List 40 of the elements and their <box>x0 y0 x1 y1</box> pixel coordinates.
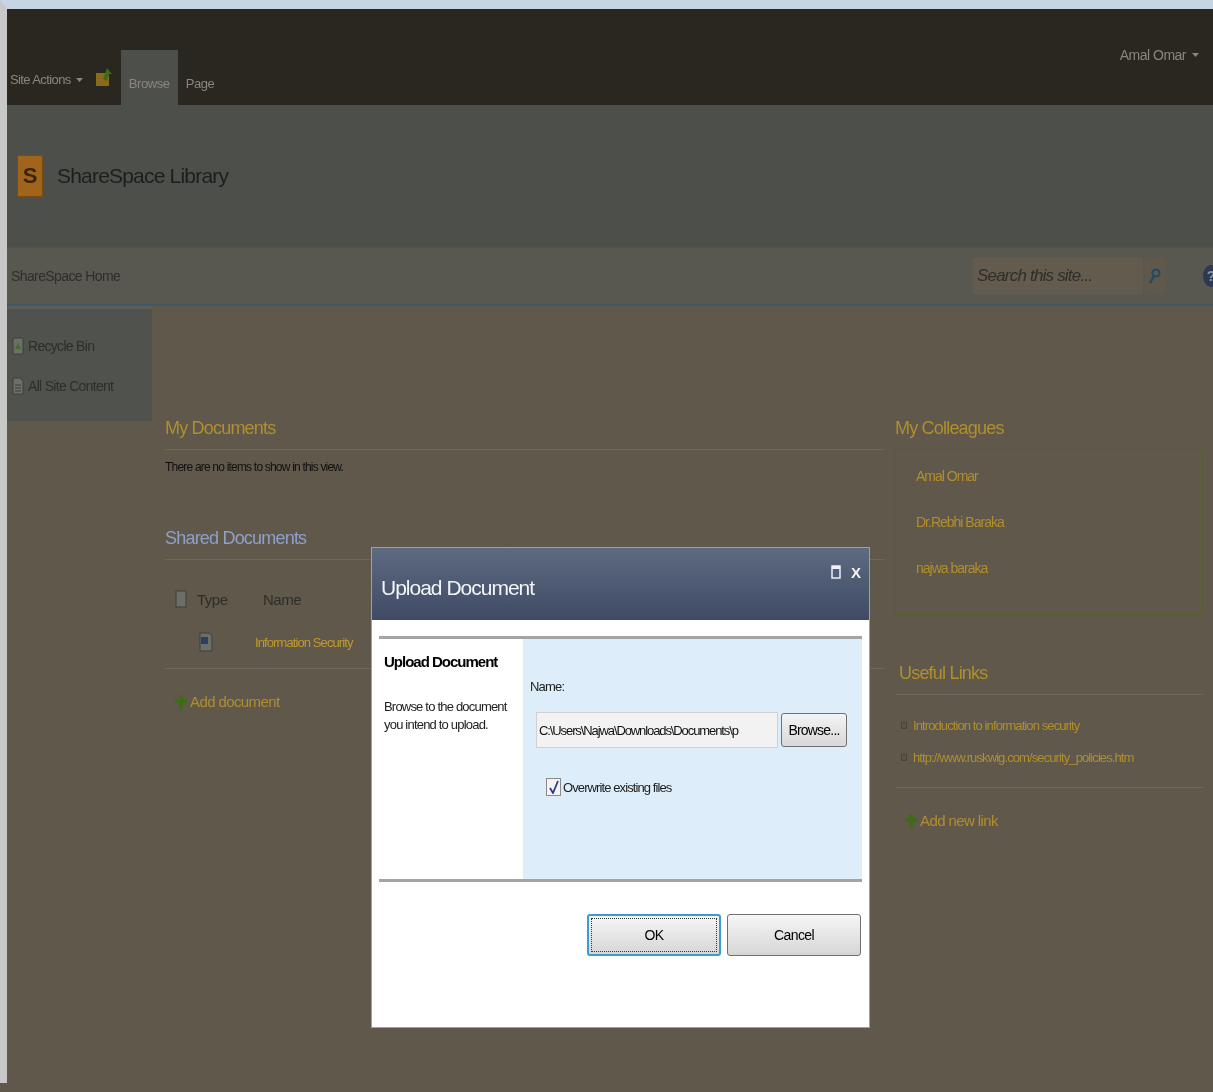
useful-link[interactable]: Introduction to information security <box>913 717 1080 733</box>
ribbon-tab[interactable]: Browse <box>120 50 178 105</box>
check-icon <box>548 780 559 794</box>
site-actions-menu[interactable]: Site Actions <box>10 72 87 105</box>
dialog-title: Upload Document <box>381 576 536 600</box>
plus-icon <box>175 694 187 709</box>
section-heading[interactable]: My Documents <box>165 418 885 449</box>
cancel-button[interactable]: Cancel <box>727 914 861 956</box>
user-menu[interactable]: Amal Omar <box>1119 47 1199 63</box>
checkbox-label: Overwrite existing files <box>563 779 672 795</box>
site-logo: S <box>17 155 43 197</box>
caret-icon <box>75 77 83 82</box>
section-title: Upload Document <box>384 653 499 670</box>
checkbox[interactable] <box>546 778 561 796</box>
name-label: Name: <box>530 679 566 694</box>
search-icon <box>1149 268 1161 284</box>
recycle-bin-icon <box>12 337 24 355</box>
word-document-icon <box>199 632 213 652</box>
ok-button[interactable]: OK <box>587 914 721 956</box>
section-description: Browse to the document you intend to upload. <box>384 698 509 734</box>
document-icon <box>12 377 24 395</box>
browse-button[interactable]: Browse... <box>781 713 847 747</box>
maximize-button[interactable] <box>831 565 841 579</box>
ribbon-tab[interactable]: Page <box>177 68 223 105</box>
useful-link[interactable]: http://www.ruskwig.com/security_policies.htm <box>913 749 1134 765</box>
document-icon <box>175 590 187 608</box>
document-link[interactable]: Information Security <box>255 634 353 650</box>
close-button[interactable]: X <box>851 563 861 581</box>
caret-icon <box>1192 53 1199 57</box>
section-heading[interactable]: Useful Links <box>895 663 1203 694</box>
empty-message: There are no items to show in this view. <box>165 460 345 474</box>
colleague-link[interactable]: najwa baraka <box>916 560 1202 606</box>
maximize-icon <box>831 565 841 579</box>
colleague-link[interactable]: Amal Omar <box>916 468 1202 514</box>
add-link[interactable]: Add new link <box>920 812 998 829</box>
add-document-link[interactable]: Add document <box>190 693 280 710</box>
colleague-link[interactable]: Dr.Rebhi Baraka <box>916 514 1202 560</box>
file-path-field[interactable]: C:\Users\Najwa\Downloads\Documents\p <box>536 712 778 748</box>
section-heading[interactable]: My Colleagues <box>895 418 1203 449</box>
plus-icon <box>905 813 917 828</box>
